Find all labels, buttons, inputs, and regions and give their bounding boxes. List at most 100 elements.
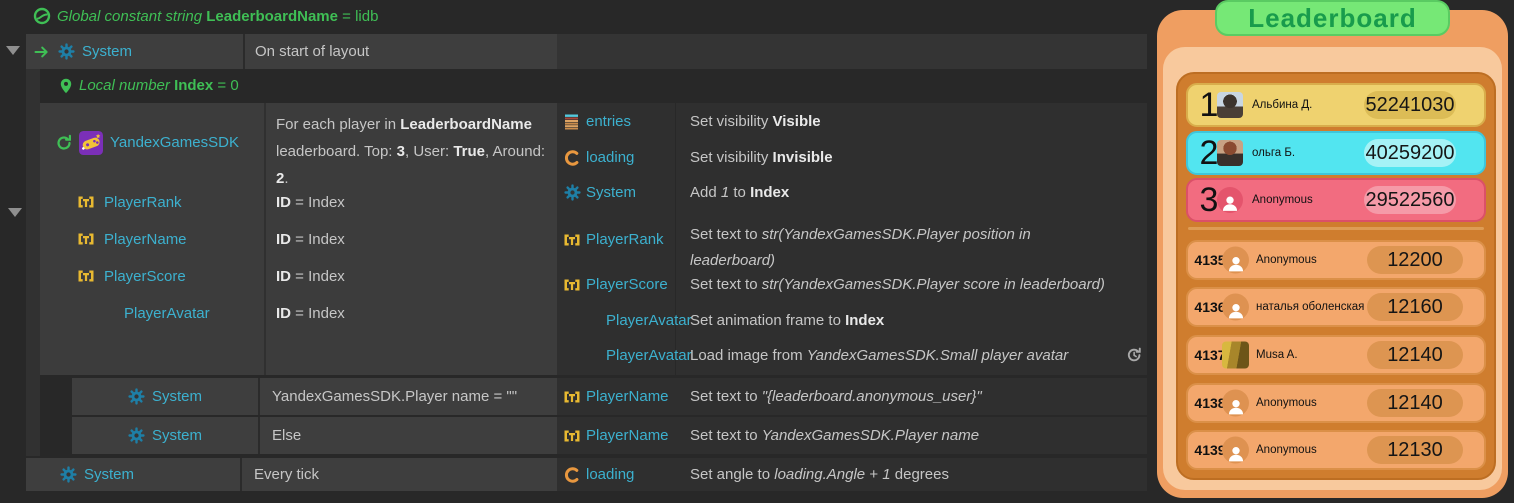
event-condition-cell[interactable]: Every tick — [240, 458, 559, 491]
score-value: 12140 — [1387, 392, 1443, 415]
score-value: 12200 — [1387, 249, 1443, 272]
event-actions-area[interactable] — [557, 34, 1147, 69]
player-name: Anonymous — [1252, 194, 1313, 206]
object-link[interactable]: System — [152, 417, 202, 454]
event-object-cell[interactable]: System — [72, 378, 258, 415]
object-link[interactable]: loading — [586, 149, 634, 166]
player-name: Альбина Д. — [1252, 99, 1312, 111]
global-variable-row[interactable]: Global constant string LeaderboardName =… — [26, 0, 1147, 33]
condition-text: ID = Index — [276, 231, 345, 248]
event-sheet: Global constant string LeaderboardName =… — [0, 0, 1157, 503]
player-name: Anonymous — [1256, 397, 1317, 409]
subevent-anonymous-name: System YandexGamesSDK.Player name = "" P… — [0, 378, 1147, 415]
system-gear-icon — [564, 184, 581, 201]
text-object-icon — [564, 428, 580, 444]
action-text: Set text to str(YandexGamesSDK.Player po… — [690, 222, 1070, 274]
action-text: Set visibility Visible — [690, 113, 821, 130]
loading-ring-icon — [564, 467, 580, 483]
actions-cell[interactable]: entries Set visibility Visible loading S… — [557, 103, 1147, 375]
leaderboard-row: 4139 Anonymous 12130 — [1186, 430, 1486, 470]
object-link[interactable]: YandexGamesSDK — [110, 134, 239, 151]
system-gear-icon — [128, 388, 145, 405]
object-link[interactable]: PlayerName — [586, 417, 669, 454]
score-pill: 29522560 — [1364, 186, 1456, 214]
entries-list-icon — [564, 114, 580, 130]
object-link[interactable]: entries — [586, 113, 631, 130]
text-object-icon — [564, 389, 580, 405]
object-link[interactable]: System — [152, 378, 202, 415]
leaderboard-row: 4137 Musa A. 12140 — [1186, 335, 1486, 375]
event-condition-cell[interactable]: YandexGamesSDK.Player name = "" — [258, 378, 559, 415]
score-value: 12130 — [1387, 439, 1443, 462]
leaderboard-row: 3 Anonymous 29522560 — [1186, 178, 1486, 222]
text-object-icon — [78, 268, 94, 284]
event-foreach-player: YandexGamesSDK For each player in Leader… — [40, 103, 1147, 375]
yandex-games-sdk-icon — [79, 131, 103, 155]
score-value: 29522560 — [1366, 189, 1455, 212]
object-link[interactable]: loading — [586, 458, 634, 491]
score-value: 40259200 — [1366, 142, 1455, 165]
object-link[interactable]: PlayerName — [104, 231, 187, 248]
system-gear-icon — [128, 427, 145, 444]
condition-text: ID = Index — [276, 194, 345, 211]
event-object-cell[interactable]: System — [26, 458, 240, 491]
condition-text: Every tick — [254, 458, 319, 491]
player-name: Musa A. — [1256, 349, 1298, 361]
leaderboard-list: 1 Альбина Д. 52241030 2 ольга Б. 4025920… — [1176, 72, 1496, 480]
top3-divider — [1188, 227, 1484, 230]
event-on-start-of-layout[interactable]: System On start of layout — [26, 34, 1147, 69]
player-avatar — [1217, 140, 1243, 166]
actions-cell[interactable]: loading Set angle to loading.Angle + 1 d… — [557, 458, 1147, 491]
actions-cell[interactable]: PlayerName Set text to YandexGamesSDK.Pl… — [557, 417, 1147, 454]
local-variable-row[interactable]: Local number Index = 0 — [40, 70, 1147, 102]
action-text: Add 1 to Index — [690, 184, 789, 201]
leaderboard-row: 1 Альбина Д. 52241030 — [1186, 83, 1486, 127]
leaderboard-row: 2 ольга Б. 40259200 — [1186, 131, 1486, 175]
collapse-toggle-icon[interactable] — [6, 46, 20, 55]
conditions-cell[interactable]: YandexGamesSDK For each player in Leader… — [40, 103, 557, 375]
object-link[interactable]: PlayerRank — [586, 231, 664, 248]
app-root: Global constant string LeaderboardName =… — [0, 0, 1514, 503]
object-link[interactable]: PlayerAvatar — [606, 312, 692, 329]
event-condition-cell[interactable]: On start of layout — [243, 34, 559, 69]
system-gear-icon — [60, 466, 77, 483]
leaderboard-row: 4138 Anonymous 12140 — [1186, 383, 1486, 423]
object-link[interactable]: PlayerAvatar — [606, 347, 692, 364]
object-link[interactable]: PlayerScore — [104, 268, 186, 285]
action-text: Set visibility Invisible — [690, 149, 833, 166]
text-object-icon — [78, 194, 94, 210]
condition-text: YandexGamesSDK.Player name = "" — [272, 378, 517, 415]
score-pill: 40259200 — [1364, 139, 1456, 167]
foreach-loop-icon — [55, 134, 72, 151]
actions-cell[interactable]: PlayerName Set text to "{leaderboard.ano… — [557, 378, 1147, 415]
anonymous-avatar-icon — [1217, 187, 1243, 213]
object-link[interactable]: PlayerRank — [104, 194, 182, 211]
object-link[interactable]: PlayerAvatar — [124, 305, 210, 322]
score-pill: 12160 — [1367, 293, 1463, 321]
event-object-cell[interactable]: System — [26, 34, 243, 69]
object-link[interactable]: System — [82, 34, 132, 69]
object-link[interactable]: System — [586, 184, 636, 201]
score-pill: 52241030 — [1364, 91, 1456, 119]
score-value: 12140 — [1387, 344, 1443, 367]
score-value: 52241030 — [1366, 94, 1455, 117]
object-link[interactable]: PlayerName — [586, 378, 669, 415]
text-object-icon — [78, 231, 94, 247]
leaderboard-row: 4135 Anonymous 12200 — [1186, 240, 1486, 280]
text-object-icon — [564, 277, 580, 293]
score-pill: 12140 — [1367, 341, 1463, 369]
leaderboard-row: 4136 наталья оболенская 12160 — [1186, 287, 1486, 327]
action-text: Set text to "{leaderboard.anonymous_user… — [690, 378, 982, 415]
leaderboard-panel: 1 Альбина Д. 52241030 2 ольга Б. 4025920… — [1157, 0, 1514, 503]
trigger-arrow-icon — [34, 44, 50, 60]
subevent-else: System Else PlayerName Set text to Yande… — [0, 417, 1147, 454]
system-gear-icon — [58, 43, 75, 60]
local-variable-text: Local number Index = 0 — [79, 70, 239, 102]
object-link[interactable]: PlayerScore — [586, 276, 668, 293]
event-condition-cell[interactable]: Else — [258, 417, 559, 454]
player-avatar — [1217, 92, 1243, 118]
score-value: 12160 — [1387, 296, 1443, 319]
event-object-cell[interactable]: System — [72, 417, 258, 454]
object-link[interactable]: System — [84, 458, 134, 491]
collapse-toggle-icon[interactable] — [8, 208, 22, 217]
